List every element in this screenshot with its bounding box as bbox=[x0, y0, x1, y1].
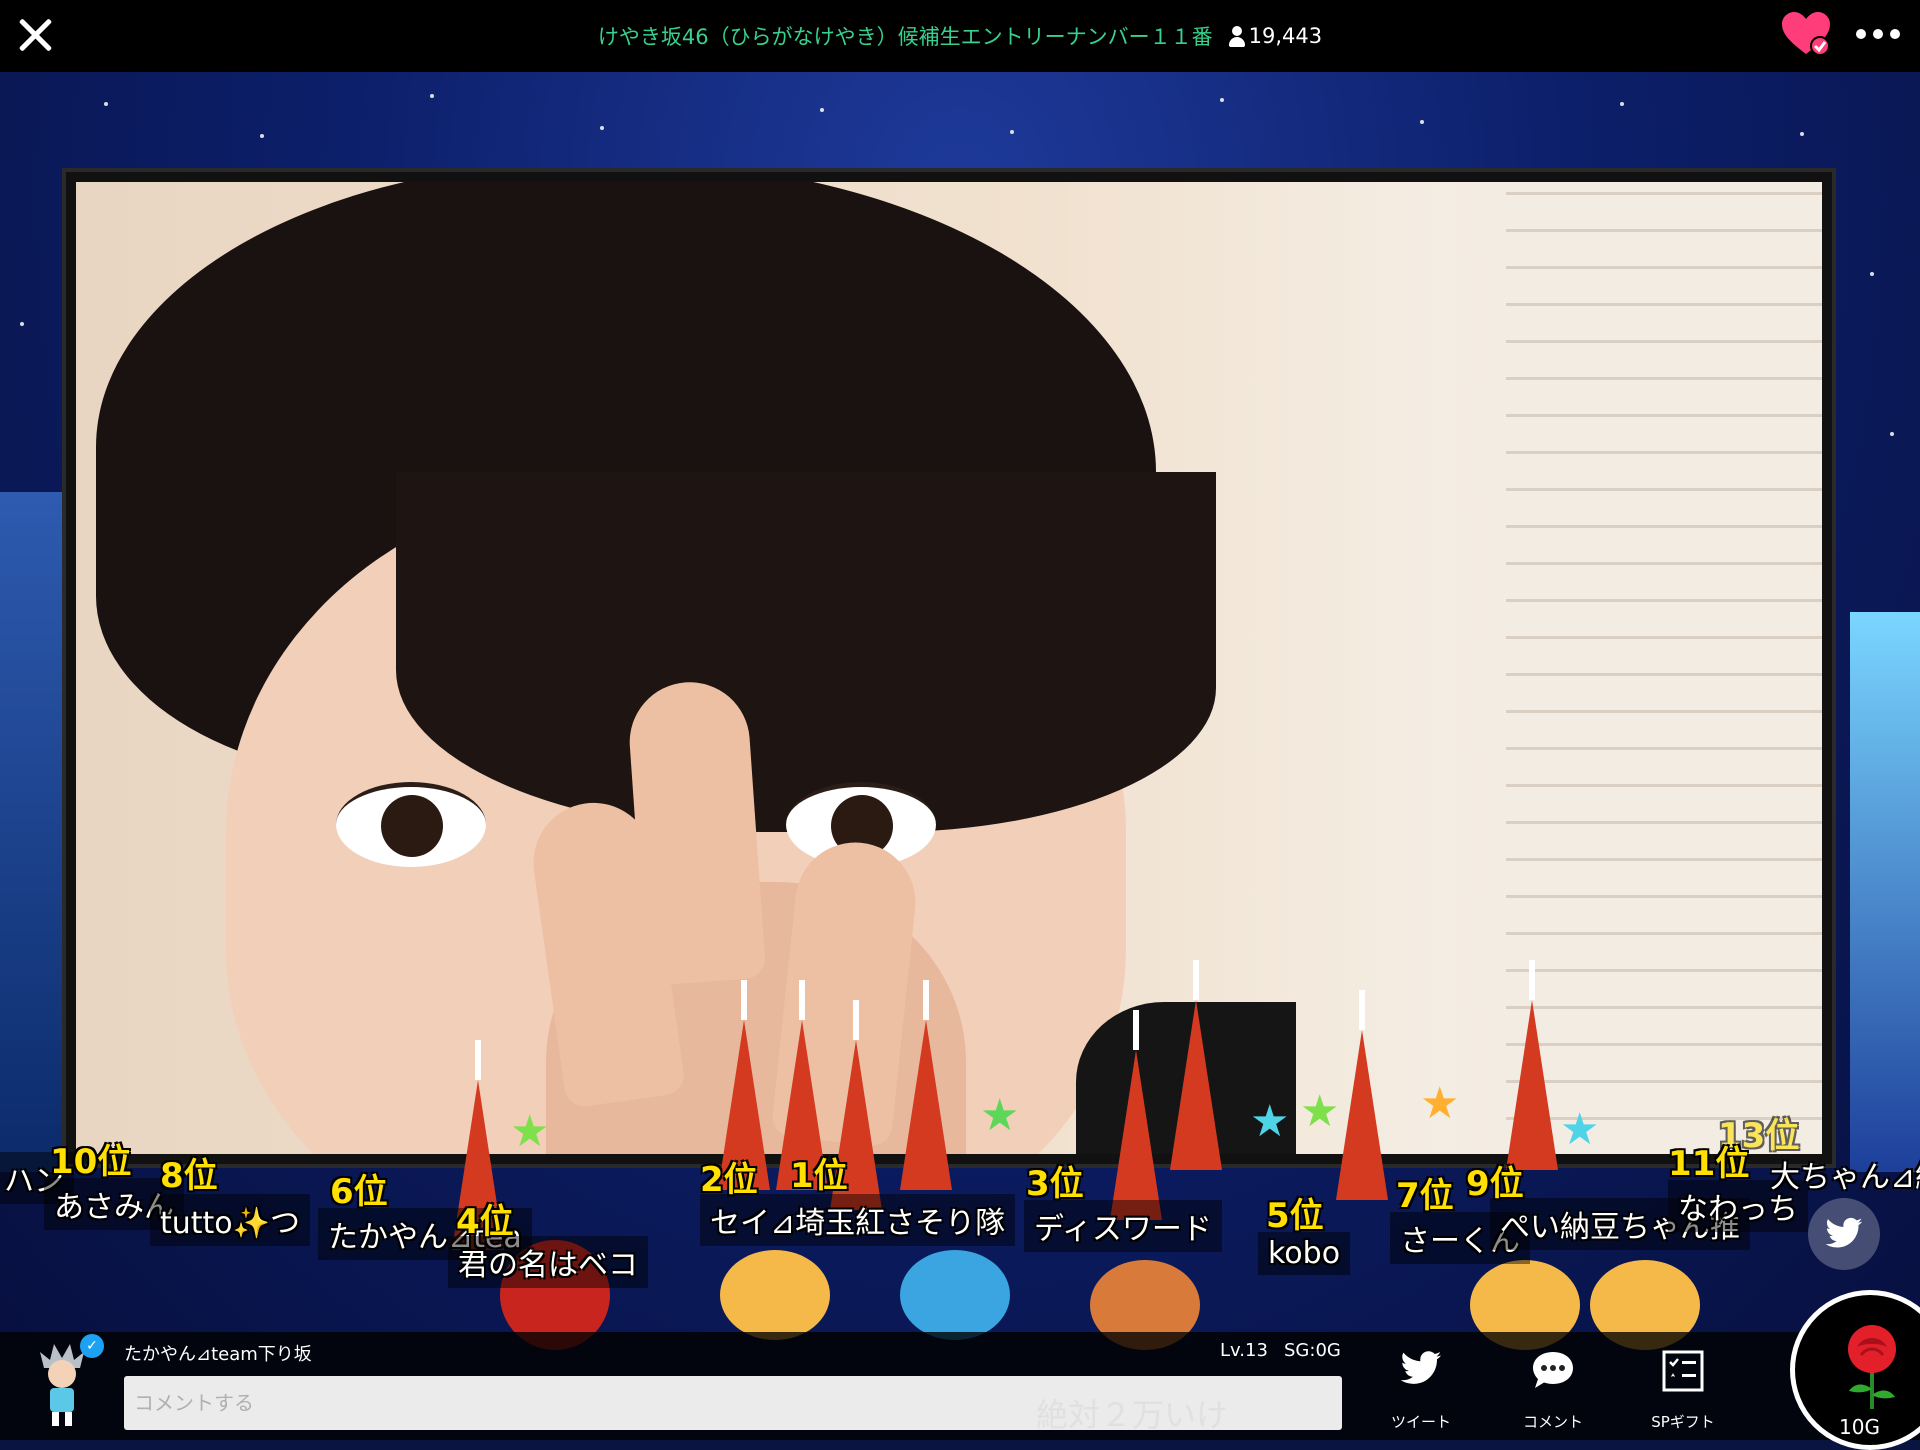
gift-ranking-overlay: ★ ★ ★ ★ ★ ★ ハン 13位 10位 あさみん 8位 tutto✨つ 6… bbox=[0, 960, 1920, 1350]
rank-label: 5位 bbox=[1266, 1196, 1324, 1236]
rank-label: 1位 bbox=[790, 1156, 848, 1196]
dot-icon bbox=[1890, 29, 1900, 39]
rank-label: 10位 bbox=[50, 1142, 132, 1182]
character-avatar bbox=[720, 1250, 830, 1340]
rank-label: 8位 bbox=[160, 1156, 218, 1196]
star-gift: ★ bbox=[980, 1090, 1020, 1141]
gift-list-icon bbox=[1662, 1350, 1704, 1392]
close-button[interactable] bbox=[12, 12, 58, 58]
user-avatar[interactable] bbox=[34, 1342, 90, 1428]
ghost-comment: 絶対２万いけ bbox=[1036, 1396, 1229, 1434]
star-gift: ★ bbox=[1250, 1096, 1290, 1147]
ranking-name: kobo bbox=[1258, 1232, 1351, 1275]
ranking-name: tutto✨つ bbox=[150, 1194, 311, 1246]
rank-label: 6位 bbox=[330, 1172, 388, 1212]
user-level: Lv.13 bbox=[1220, 1340, 1268, 1361]
comment-label: コメント bbox=[1522, 1413, 1583, 1431]
broadcast-title: けやき坂46（ひらがなけやき）候補生エントリーナンバー１１番 bbox=[597, 25, 1213, 49]
tokyo-tower-gift bbox=[1170, 960, 1222, 1170]
sp-gift-label: SPギフト bbox=[1651, 1413, 1715, 1431]
bottom-bar: ✓ たかやん⊿team下り坂 Lv.13 SG:0G 絶対２万いけ ツイート コ… bbox=[0, 1332, 1920, 1440]
viewer-count-value: 19,443 bbox=[1248, 24, 1323, 48]
ranking-name: セイ⊿埼玉紅さそり隊 bbox=[700, 1194, 1016, 1246]
gift-price: 10G bbox=[1839, 1415, 1880, 1439]
sp-gift-button[interactable]: SPギフト bbox=[1638, 1350, 1728, 1436]
tokyo-tower-gift bbox=[1110, 1010, 1162, 1220]
left-eye bbox=[336, 782, 486, 867]
tokyo-tower-gift bbox=[900, 980, 952, 1190]
rank-label: 7位 bbox=[1396, 1176, 1454, 1216]
rank-label: 11位 bbox=[1668, 1144, 1750, 1184]
twitter-bird-icon bbox=[1825, 1217, 1863, 1248]
tokyo-tower-gift bbox=[1336, 990, 1388, 1200]
rank-label: 3位 bbox=[1026, 1164, 1084, 1204]
star-gift: ★ bbox=[510, 1106, 550, 1157]
star-gift: ★ bbox=[1560, 1104, 1600, 1155]
dot-icon bbox=[1873, 29, 1883, 39]
tokyo-tower-gift bbox=[1506, 960, 1558, 1170]
star-gift: ★ bbox=[1300, 1086, 1340, 1137]
user-sg: SG:0G bbox=[1284, 1340, 1341, 1361]
tweet-label: ツイート bbox=[1390, 1413, 1451, 1431]
city-building-left bbox=[0, 492, 64, 1172]
ranking-name: ディスワード bbox=[1024, 1200, 1222, 1252]
streamer-fringe bbox=[396, 472, 1216, 832]
favorite-heart-button[interactable] bbox=[1780, 10, 1832, 58]
ranking-name: 大ちゃん⊿納豆 bbox=[1770, 1160, 1920, 1195]
viewer-count: 19,443 bbox=[1228, 24, 1323, 48]
speech-bubble-icon bbox=[1533, 1352, 1573, 1388]
video-player[interactable] bbox=[62, 168, 1836, 1168]
rose-icon bbox=[1848, 1325, 1896, 1409]
person-icon bbox=[1228, 25, 1245, 47]
top-bar: けやき坂46（ひらがなけやき）候補生エントリーナンバー１１番 19,443 bbox=[0, 0, 1920, 72]
user-name: たかやん⊿team下り坂 bbox=[124, 1344, 312, 1365]
heart-icon bbox=[1782, 12, 1830, 56]
live-video bbox=[76, 182, 1822, 1154]
star-gift: ★ bbox=[1420, 1078, 1460, 1129]
twitter-badge-icon: ✓ bbox=[80, 1334, 104, 1358]
penguin-avatar bbox=[900, 1250, 1010, 1340]
comment-button[interactable]: コメント bbox=[1508, 1350, 1598, 1436]
twitter-share-bubble[interactable] bbox=[1808, 1198, 1880, 1270]
tweet-button[interactable]: ツイート bbox=[1376, 1350, 1466, 1436]
dot-icon bbox=[1856, 29, 1866, 39]
twitter-bird-icon bbox=[1400, 1351, 1442, 1384]
ranking-name: 君の名はベコ bbox=[448, 1236, 648, 1288]
more-options-button[interactable] bbox=[1856, 20, 1908, 48]
city-building-right bbox=[1850, 612, 1920, 1172]
